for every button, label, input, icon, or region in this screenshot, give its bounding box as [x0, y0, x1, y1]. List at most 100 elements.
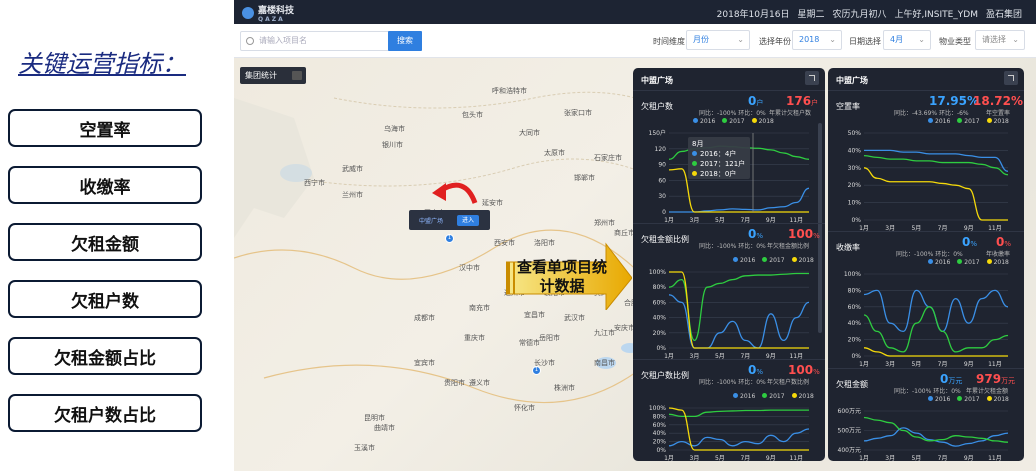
- metric-year-label: 年累计欠租金额: [966, 388, 1009, 395]
- search-input[interactable]: 请输入项目名: [240, 31, 390, 51]
- search-button[interactable]: 搜索: [388, 31, 422, 51]
- kpi-label-arrears-amount-ratio: 欠租金额占比: [8, 337, 202, 375]
- metric-value-year: 176户: [786, 94, 819, 108]
- legend-item[interactable]: 2018: [986, 118, 1009, 125]
- year-value: 2018: [799, 35, 820, 44]
- arrears-amount-chart: 400万元 500万元 600万元 1月 3月 5月 7月 9月 11月: [838, 408, 1009, 461]
- section-arrears-amount-ratio: 欠租金额比例 0% 100% 同比：-100% 环比：0% 年欠租金额比例 20…: [633, 223, 825, 360]
- kpi-label-arrears-count-ratio: 欠租户数占比: [8, 394, 202, 432]
- project-panel-left: 中盟广场 欠租户数 0户 176户 同比：-100% 环比：0% 年累计欠租户数…: [633, 68, 825, 461]
- series-line-2018: [863, 167, 1008, 221]
- legend-item[interactable]: 2016: [693, 118, 715, 125]
- type-select[interactable]: 请选择 ⌄: [975, 30, 1025, 50]
- x-tick-label: 5月: [911, 455, 921, 461]
- project-tooltip: 中盟广场 进入: [409, 210, 490, 230]
- legend-item[interactable]: 2018: [751, 118, 774, 125]
- group-stats-button[interactable]: 集团统计: [240, 67, 306, 84]
- city-label: 南充市: [469, 304, 490, 312]
- date-text: 2018年10月16日: [716, 10, 790, 20]
- y-tick-label: 150户: [649, 129, 666, 137]
- legend-item[interactable]: 2016: [733, 257, 755, 264]
- group-stats-label: 集团统计: [245, 71, 277, 80]
- city-label: 商丘市: [614, 229, 635, 237]
- kpi-label-arrears-amount: 欠租金额: [8, 223, 202, 261]
- x-tick-label: 1月: [664, 455, 674, 461]
- city-label: 武汉市: [564, 314, 585, 322]
- brand-name: 嘉楼科技: [258, 6, 295, 16]
- city-label: 兰州市: [342, 191, 363, 199]
- y-tick-label: 600万元: [838, 408, 861, 415]
- metric-title: 欠租户数: [641, 102, 673, 111]
- type-label: 物业类型: [939, 37, 971, 46]
- metric-compare: 同比：-100% 环比：0%: [894, 388, 961, 395]
- city-label: 呼和浩特市: [492, 87, 527, 95]
- legend-item[interactable]: 2017: [957, 118, 980, 125]
- city-label: 武威市: [342, 165, 363, 173]
- metric-year-label: 年收缴率: [986, 251, 1011, 258]
- x-tick-label: 5月: [911, 361, 921, 368]
- year-label: 选择年份: [759, 37, 791, 46]
- x-tick-label: 7月: [938, 455, 948, 461]
- metric-title: 欠租户数比例: [641, 371, 689, 380]
- city-label: 郑州市: [594, 219, 615, 227]
- city-label: 邯郸市: [574, 174, 595, 182]
- legend-item[interactable]: 2017: [762, 393, 785, 400]
- y-tick-label: 30: [658, 193, 666, 200]
- city-label: 大同市: [519, 129, 540, 137]
- x-tick-label: 3月: [690, 455, 700, 461]
- metric-value-month: 0%: [748, 227, 764, 241]
- x-tick-label: 9月: [766, 455, 776, 461]
- legend-item[interactable]: 2017: [762, 257, 785, 264]
- city-label: 石家庄市: [594, 154, 622, 162]
- kpi-label-arrears-count: 欠租户数: [8, 280, 202, 318]
- metric-compare: 同比：-100% 环比：0%: [699, 379, 766, 386]
- metric-year-label: 年欠租金额比例: [767, 243, 810, 250]
- panel-title: 中盟广场: [836, 76, 868, 85]
- collapse-icon[interactable]: [1004, 71, 1018, 85]
- x-tick-label: 9月: [964, 455, 974, 461]
- metric-value-year: 0%: [996, 235, 1012, 249]
- city-label: 岳阳市: [539, 334, 560, 342]
- legend-item[interactable]: 2017: [722, 118, 745, 125]
- date-select[interactable]: 4月 ⌄: [883, 30, 931, 50]
- metric-title: 空置率: [836, 102, 860, 111]
- series-line-2017: [863, 416, 1009, 443]
- year-select[interactable]: 2018 ⌄: [792, 30, 842, 50]
- top-bar: 嘉楼科技 QAZA 2018年10月16日 星期二 农历九月初八 上午好,INSI…: [234, 0, 1036, 24]
- collapse-icon[interactable]: [805, 71, 819, 85]
- city-label: 九江市: [594, 329, 615, 337]
- chart-legend: 2016 2017 2018: [733, 393, 814, 400]
- time-dim-select[interactable]: 月份 ⌄: [686, 30, 750, 50]
- legend-item[interactable]: 2016: [928, 118, 950, 125]
- city-label: 昆明市: [364, 414, 385, 422]
- metric-year-label: 年空置率: [986, 110, 1011, 117]
- enter-button[interactable]: 进入: [457, 215, 479, 226]
- legend-item[interactable]: 2016: [733, 393, 755, 400]
- company-text[interactable]: 盈石集团: [986, 7, 1022, 20]
- legend-item[interactable]: 2017: [957, 396, 980, 403]
- legend-item[interactable]: 2018: [791, 257, 814, 264]
- city-label: 怀化市: [514, 404, 535, 412]
- metric-value-year: 100%: [788, 227, 820, 241]
- brand-logo[interactable]: 嘉楼科技 QAZA: [242, 3, 294, 23]
- city-label: 曲靖市: [374, 424, 395, 432]
- legend-item[interactable]: 2018: [986, 396, 1009, 403]
- map-pin[interactable]: 1: [445, 234, 454, 243]
- y-tick-label: 20%: [848, 182, 862, 189]
- metric-compare: 同比：-100% 环比：0%: [896, 251, 963, 258]
- legend-item[interactable]: 2018: [791, 393, 814, 400]
- top-info: 2018年10月16日 星期二 农历九月初八 上午好,INSITE_YDM 盈石…: [717, 7, 1022, 20]
- map-pin[interactable]: 1: [532, 366, 541, 375]
- chevron-down-icon: ⌄: [829, 35, 836, 44]
- legend-item[interactable]: 2016: [928, 259, 950, 266]
- greeting-text[interactable]: 上午好,INSITE_YDM: [894, 7, 978, 20]
- legend-item[interactable]: 2018: [986, 259, 1009, 266]
- series-line-2017: [863, 154, 1009, 176]
- project-name: 中盟广场: [419, 218, 444, 225]
- legend-item[interactable]: 2016: [928, 396, 950, 403]
- project-panel-right: 中盟广场 空置率 17.95% 18.72% 同比：-43.69% 环比：-6%…: [828, 68, 1024, 461]
- tooltip-row: 2017：121户: [692, 159, 746, 169]
- legend-item[interactable]: 2017: [957, 259, 980, 266]
- search-placeholder: 请输入项目名: [259, 36, 307, 45]
- y-tick-label: 80%: [653, 284, 667, 291]
